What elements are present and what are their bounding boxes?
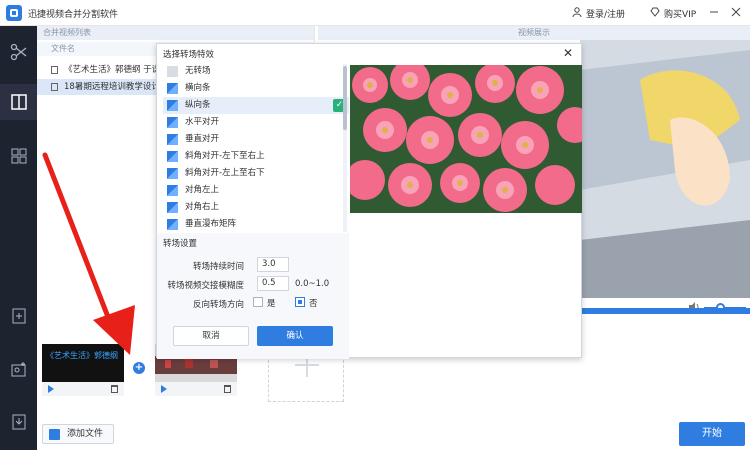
transition-item[interactable]: 斜角对开-左下至右上 xyxy=(163,148,349,165)
transition-icon xyxy=(167,202,178,213)
diamond-icon xyxy=(650,7,660,17)
clip-thumbnail: 《艺术生活》郭德纲 xyxy=(42,344,124,382)
transition-item[interactable]: 垂直对开 xyxy=(163,131,349,148)
transition-icon xyxy=(167,151,178,162)
transition-icon xyxy=(167,185,178,196)
buy-vip-link[interactable]: 购买VIP xyxy=(664,7,696,20)
add-transition-button[interactable]: + xyxy=(133,362,145,374)
close-window-icon[interactable] xyxy=(730,6,742,18)
transition-icon xyxy=(167,219,178,230)
sidebar xyxy=(0,26,37,450)
sidebar-grid-button[interactable] xyxy=(0,138,37,174)
video-frame xyxy=(580,40,750,298)
reverse-yes-label: 是 xyxy=(267,299,276,309)
cancel-button[interactable]: 取消 xyxy=(173,326,249,346)
reverse-no-checkbox[interactable] xyxy=(295,297,305,307)
play-icon[interactable] xyxy=(48,385,54,393)
no-transition-icon xyxy=(167,66,178,77)
transition-item[interactable]: 对角左上 xyxy=(163,182,349,199)
sidebar-split-button[interactable] xyxy=(0,34,37,70)
transition-item[interactable]: 垂直漫布矩阵 xyxy=(163,216,349,231)
preview-header: 视频展示 xyxy=(318,26,750,40)
export-file-icon xyxy=(12,414,26,430)
login-link[interactable]: 登录/注册 xyxy=(586,7,625,20)
merge-list-header: 合并视频列表 xyxy=(37,26,314,40)
sidebar-export-button[interactable] xyxy=(0,404,37,440)
bottom-bar: 添加文件 开始 xyxy=(37,420,750,450)
image-add-icon xyxy=(11,362,26,377)
file-icon xyxy=(51,82,58,91)
blur-label: 转场视频交接模糊度 xyxy=(167,281,244,291)
sidebar-photo-button[interactable] xyxy=(0,352,37,388)
sidebar-add-button[interactable] xyxy=(0,298,37,334)
blur-input[interactable]: 0.5 xyxy=(257,276,289,291)
add-file-icon xyxy=(12,308,26,324)
user-icon xyxy=(572,7,582,17)
dialog-title: 选择转场特效 xyxy=(163,50,215,60)
minimize-icon[interactable] xyxy=(708,6,720,18)
grid-icon xyxy=(11,148,27,164)
settings-title: 转场设置 xyxy=(163,239,198,249)
scissors-icon xyxy=(10,43,27,61)
confirm-button[interactable]: 确认 xyxy=(257,326,333,346)
play-icon[interactable] xyxy=(161,385,167,393)
transition-item[interactable]: 纵向条 ✓ xyxy=(163,97,349,114)
transition-icon xyxy=(167,134,178,145)
transition-settings: 转场设置 转场持续时间 3.0 转场视频交接模糊度 0.5 0.0~1.0 反向… xyxy=(157,233,349,359)
sidebar-merge-button[interactable] xyxy=(0,84,37,120)
duration-input[interactable]: 3.0 xyxy=(257,257,289,272)
add-file-button[interactable]: 添加文件 xyxy=(42,424,114,444)
film-icon xyxy=(11,94,27,110)
file-icon xyxy=(51,65,58,74)
transition-icon xyxy=(167,168,178,179)
transition-list: 无转场 横向条 纵向条 ✓ 水平对开 垂直对开 斜角对开-左下至右上 斜角对开-左… xyxy=(163,63,349,231)
transition-dialog: 选择转场特效 ✕ 无转场 横向条 纵向条 ✓ 水平对开 垂直对开 斜角对开-左下至… xyxy=(156,43,582,359)
reverse-yes-checkbox[interactable] xyxy=(253,297,263,307)
reverse-no-label: 否 xyxy=(309,299,318,309)
timeline-clip[interactable]: 《艺术生活》郭德纲 xyxy=(42,344,124,396)
transition-icon xyxy=(167,117,178,128)
duration-label: 转场持续时间 xyxy=(192,262,244,272)
close-icon[interactable]: ✕ xyxy=(563,46,573,60)
start-button[interactable]: 开始 xyxy=(679,422,745,446)
list-scrollbar[interactable] xyxy=(343,64,347,232)
transition-item[interactable]: 无转场 xyxy=(163,63,349,80)
blur-range-hint: 0.0~1.0 xyxy=(295,279,330,289)
trash-icon[interactable] xyxy=(224,385,231,393)
transition-item[interactable]: 斜角对开-左上至右下 xyxy=(163,165,349,182)
transition-item[interactable]: 横向条 xyxy=(163,80,349,97)
scrollbar-thumb[interactable] xyxy=(343,66,347,130)
app-logo-icon xyxy=(6,5,22,21)
playback-progress[interactable] xyxy=(580,308,750,314)
transition-item[interactable]: 对角右上 xyxy=(163,199,349,216)
reverse-label: 反向转场方向 xyxy=(192,300,244,310)
app-title: 迅捷视频合并分割软件 xyxy=(28,10,119,20)
download-icon xyxy=(49,429,60,440)
title-bar: 迅捷视频合并分割软件 登录/注册 购买VIP xyxy=(0,0,750,26)
transition-item[interactable]: 水平对开 xyxy=(163,114,349,131)
transition-preview-image xyxy=(350,65,582,213)
trash-icon[interactable] xyxy=(111,385,118,393)
transition-icon xyxy=(167,83,178,94)
transition-icon xyxy=(167,100,178,111)
